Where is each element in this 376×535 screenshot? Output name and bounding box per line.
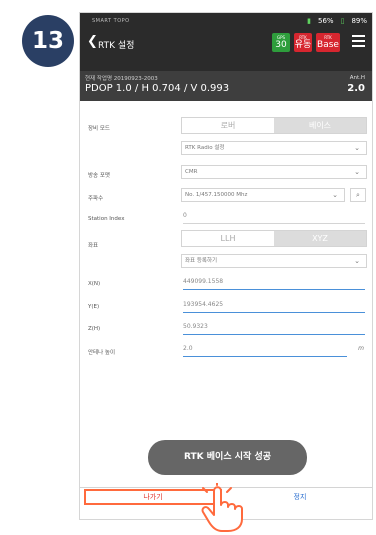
station-index-label: Station Index <box>88 216 125 222</box>
device-mode-label: 장비 모드 <box>88 126 110 132</box>
station-index-input[interactable]: 0 <box>183 210 365 224</box>
status-bar: ▮ 56% ▯ 89% <box>307 17 367 25</box>
antenna-height-unit: m <box>358 345 364 352</box>
rover-option[interactable]: 로버 <box>182 118 274 133</box>
phone-screen: SMART TOPO ▮ 56% ▯ 89% ❮ RTK 설정 GPS 30 R… <box>79 12 373 520</box>
format-label: 방송 포맷 <box>88 173 110 179</box>
frequency-value: No. 1/457.150000 Mhz <box>185 192 248 198</box>
hand-pointer-icon <box>201 483 243 532</box>
chevron-down-icon: ⌄ <box>354 144 360 152</box>
app-header: SMART TOPO ▮ 56% ▯ 89% ❮ RTK 설정 GPS 30 R… <box>80 13 372 71</box>
z-input[interactable]: 50.9323 <box>183 321 365 335</box>
antenna-height-label: Ant.H <box>349 75 365 81</box>
gps-badge-value: 30 <box>275 40 287 50</box>
frequency-dropdown[interactable]: No. 1/457.150000 Mhz ⌄ <box>181 188 345 202</box>
signal-level: 56% <box>318 17 334 25</box>
llh-option[interactable]: LLH <box>182 231 274 246</box>
format-value: CMR <box>185 169 198 175</box>
antenna-height-input[interactable]: 2.0 <box>183 343 347 357</box>
rtk-mode-badge: RTK 유동 <box>294 33 312 52</box>
rtk-base-badge: RTK Base <box>316 33 340 52</box>
format-dropdown[interactable]: CMR ⌄ <box>181 165 367 179</box>
back-arrow-icon[interactable]: ❮ <box>87 35 98 49</box>
job-name: 현재 작업명 20190923-2003 <box>85 76 158 82</box>
menu-icon[interactable] <box>352 35 365 50</box>
battery-icon: ▯ <box>340 17 345 25</box>
signal-icon: ▮ <box>307 17 312 25</box>
x-label: X(N) <box>88 281 101 287</box>
y-label: Y(E) <box>88 304 100 310</box>
antenna-height-field-label: 안테나 높이 <box>88 350 116 356</box>
coordinate-register-value: 좌표 등록하기 <box>185 258 218 264</box>
step-number-badge: 13 <box>22 15 74 67</box>
xyz-option[interactable]: XYZ <box>274 231 366 246</box>
device-mode-toggle: 로버 베이스 <box>181 117 367 134</box>
chevron-down-icon: ⌄ <box>354 168 360 176</box>
page-title: RTK 설정 <box>98 41 135 51</box>
radio-setting-value: RTK Radio 설정 <box>185 145 225 151</box>
coordinate-register-dropdown[interactable]: 좌표 등록하기 ⌄ <box>181 254 367 268</box>
coordinate-label: 좌표 <box>88 243 99 249</box>
base-option[interactable]: 베이스 <box>274 118 366 133</box>
success-toast: RTK 베이스 시작 성공 <box>148 440 307 475</box>
search-icon[interactable]: ⌕ <box>350 188 366 202</box>
rtk-base-badge-value: Base <box>317 40 339 50</box>
x-input[interactable]: 449099.1558 <box>183 276 365 290</box>
gps-badge: GPS 30 <box>272 33 290 52</box>
coordinate-toggle: LLH XYZ <box>181 230 367 247</box>
antenna-height-value: 2.0 <box>347 83 365 94</box>
y-input[interactable]: 193954.4625 <box>183 299 365 313</box>
chevron-down-icon: ⌄ <box>332 191 338 199</box>
radio-setting-dropdown[interactable]: RTK Radio 설정 ⌄ <box>181 141 367 155</box>
rtk-mode-badge-value: 유동 <box>294 40 312 50</box>
app-name: SMART TOPO <box>92 18 130 24</box>
frequency-label: 주파수 <box>88 196 104 202</box>
info-bar: 현재 작업명 20190923-2003 PDOP 1.0 / H 0.704 … <box>80 71 372 101</box>
z-label: Z(H) <box>88 326 101 332</box>
pdop-readout: PDOP 1.0 / H 0.704 / V 0.993 <box>85 83 230 94</box>
chevron-down-icon: ⌄ <box>354 257 360 265</box>
battery-level: 89% <box>351 17 367 25</box>
